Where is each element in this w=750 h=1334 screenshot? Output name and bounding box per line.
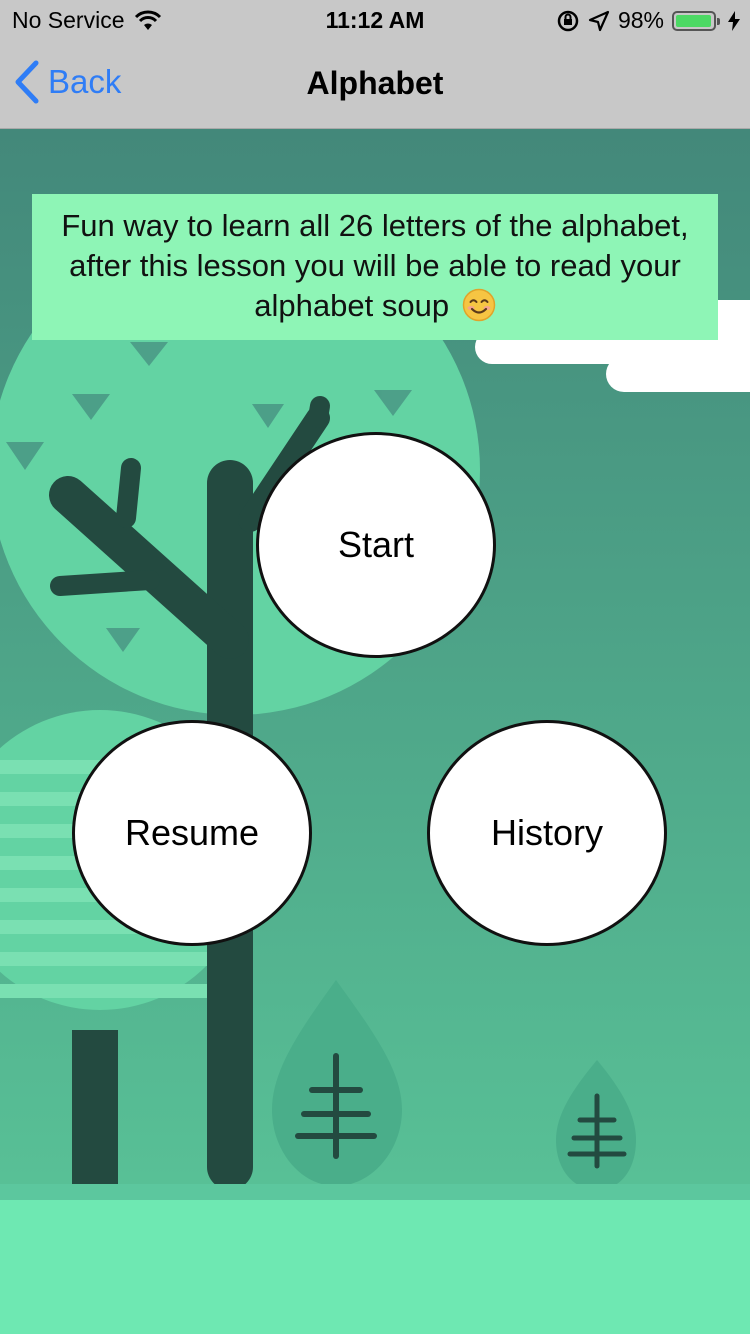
smiling-face-icon [462, 288, 495, 322]
history-button[interactable]: History [427, 720, 667, 946]
lesson-description-box: Fun way to learn all 26 letters of the a… [32, 194, 718, 340]
charging-bolt-icon [728, 10, 740, 31]
battery-percent: 98% [617, 7, 664, 33]
lesson-description-text: Fun way to learn all 26 letters of the a… [61, 208, 689, 323]
start-button[interactable]: Start [256, 432, 496, 658]
ground-strip-dark [0, 1184, 750, 1202]
history-button-label: History [490, 812, 603, 853]
resume-button[interactable]: Resume [72, 720, 312, 946]
page-title: Alphabet [306, 65, 444, 101]
ground [0, 1200, 750, 1334]
start-button-label: Start [337, 524, 415, 565]
status-bar: No Service 11:12 AM 98% [0, 0, 750, 40]
resume-button-label: Resume [124, 812, 260, 853]
battery-icon [672, 10, 720, 31]
orientation-lock-icon [557, 10, 579, 31]
battery-level-fill [676, 14, 712, 27]
navigation-bar: Back Alphabet [0, 40, 750, 129]
location-arrow-icon [588, 10, 610, 31]
lesson-screen: No Service 11:12 AM 98% Back Alphabet Fu… [0, 0, 750, 1334]
status-right: 98% [556, 7, 740, 34]
